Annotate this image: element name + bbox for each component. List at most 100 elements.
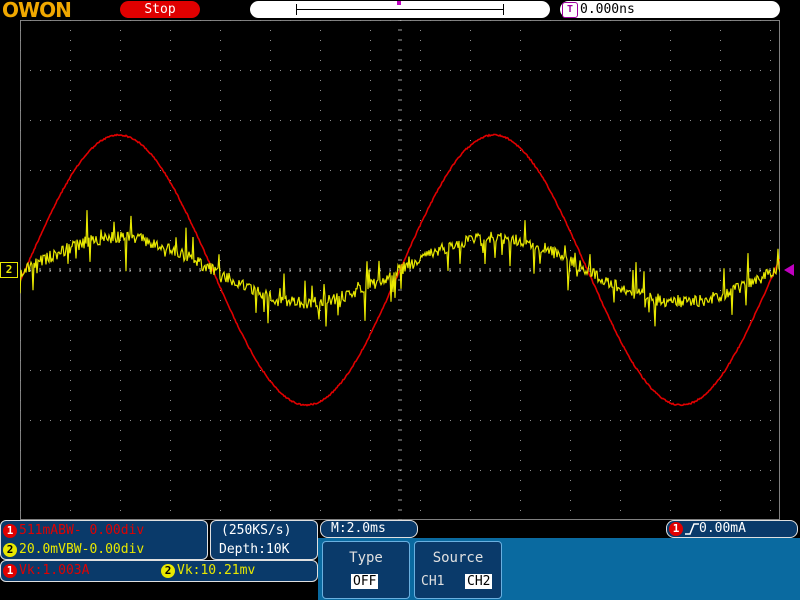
grid-dot xyxy=(130,320,131,321)
waveform-display xyxy=(19,19,781,521)
grid-dot xyxy=(470,40,471,41)
grid-dot xyxy=(520,460,521,461)
grid-dot xyxy=(220,20,221,21)
grid-dot xyxy=(210,320,211,321)
grid-dot xyxy=(170,190,171,191)
grid-dot xyxy=(470,260,471,261)
grid-dot xyxy=(160,170,161,171)
grid-dot xyxy=(490,370,491,371)
grid-dot xyxy=(620,390,621,391)
grid-dot xyxy=(110,70,111,71)
grid-dot xyxy=(730,20,731,21)
grid-dot xyxy=(430,220,431,221)
grid-dot xyxy=(260,220,261,221)
type-menu-button[interactable]: Type OFF xyxy=(322,541,410,599)
grid-dot xyxy=(670,500,671,501)
grid-dot xyxy=(290,320,291,321)
grid-dot xyxy=(670,190,671,191)
grid-dot xyxy=(650,220,651,221)
grid-dot xyxy=(720,280,721,281)
grid-dot xyxy=(520,360,521,361)
grid-dot xyxy=(120,190,121,191)
grid-dot xyxy=(470,110,471,111)
grid-dot xyxy=(30,120,31,121)
grid-dot xyxy=(410,170,411,171)
grid-dot xyxy=(720,420,721,421)
grid-dot xyxy=(580,470,581,471)
grid-dot xyxy=(530,220,531,221)
grid-dot xyxy=(670,400,671,401)
grid-dot xyxy=(20,460,21,461)
grid-dot xyxy=(310,320,311,321)
grid-dot xyxy=(20,500,21,501)
grid-dot xyxy=(730,70,731,71)
grid-dot xyxy=(500,120,501,121)
grid-dot xyxy=(650,70,651,71)
grid-dot xyxy=(770,370,771,371)
grid-dot xyxy=(30,470,31,471)
grid-dot xyxy=(620,260,621,261)
grid-dot xyxy=(370,190,371,191)
grid-dot xyxy=(730,370,731,371)
source-option-ch2[interactable]: CH2 xyxy=(465,574,493,589)
ch2-level-marker[interactable]: 2 xyxy=(0,262,18,278)
grid-dot xyxy=(670,70,671,71)
grid-dot xyxy=(260,320,261,321)
grid-dot xyxy=(180,220,181,221)
grid-dot xyxy=(170,360,171,361)
grid-dot xyxy=(340,320,341,321)
grid-dot xyxy=(620,300,621,301)
grid-dot xyxy=(280,20,281,21)
grid-dot xyxy=(120,510,121,511)
grid-dot xyxy=(690,370,691,371)
grid-dot xyxy=(70,500,71,501)
grid-dot xyxy=(310,470,311,471)
grid-dot xyxy=(350,320,351,321)
grid-dot xyxy=(170,230,171,231)
trigger-position-readout[interactable]: T 0.000ns xyxy=(560,1,780,18)
grid-dot xyxy=(470,230,471,231)
source-menu-button[interactable]: Source CH1 CH2 xyxy=(414,541,502,599)
grid-dot xyxy=(720,490,721,491)
grid-dot xyxy=(160,370,161,371)
source-option-ch1[interactable]: CH1 xyxy=(419,574,446,589)
ch1-vk-value: Vk:1.003A xyxy=(19,563,90,578)
grid-dot xyxy=(70,300,71,301)
grid-dot xyxy=(220,70,221,71)
grid-dot xyxy=(110,320,111,321)
grid-dot xyxy=(620,250,621,251)
grid-dot xyxy=(140,420,141,421)
grid-dot xyxy=(320,410,321,411)
grid-dot xyxy=(670,240,671,241)
grid-dot xyxy=(520,310,521,311)
grid-dot xyxy=(120,80,121,81)
grid-dot xyxy=(370,320,371,321)
grid-dot xyxy=(600,420,601,421)
grid-dot xyxy=(450,120,451,121)
grid-dot xyxy=(170,470,171,471)
grid-dot xyxy=(670,120,671,121)
grid-dot xyxy=(770,450,771,451)
grid-dot xyxy=(750,70,751,71)
grid-dot xyxy=(320,470,321,471)
run-state-badge[interactable]: Stop xyxy=(120,1,200,18)
grid-dot xyxy=(20,510,21,511)
timeline-bar[interactable] xyxy=(250,1,550,18)
grid-dot xyxy=(170,330,171,331)
grid-dot xyxy=(70,110,71,111)
grid-dot xyxy=(120,140,121,141)
grid-dot xyxy=(470,30,471,31)
grid-dot xyxy=(670,260,671,261)
grid-dot xyxy=(170,30,171,31)
grid-dot xyxy=(620,360,621,361)
grid-dot xyxy=(520,250,521,251)
grid-dot xyxy=(370,360,371,361)
grid-dot xyxy=(470,20,471,21)
trigger-level-arrow-icon[interactable] xyxy=(784,264,794,276)
grid-dot xyxy=(390,220,391,221)
grid-dot xyxy=(770,350,771,351)
grid-dot xyxy=(120,90,121,91)
grid-dot xyxy=(220,400,221,401)
grid-dot xyxy=(180,470,181,471)
grid-dot xyxy=(120,360,121,361)
